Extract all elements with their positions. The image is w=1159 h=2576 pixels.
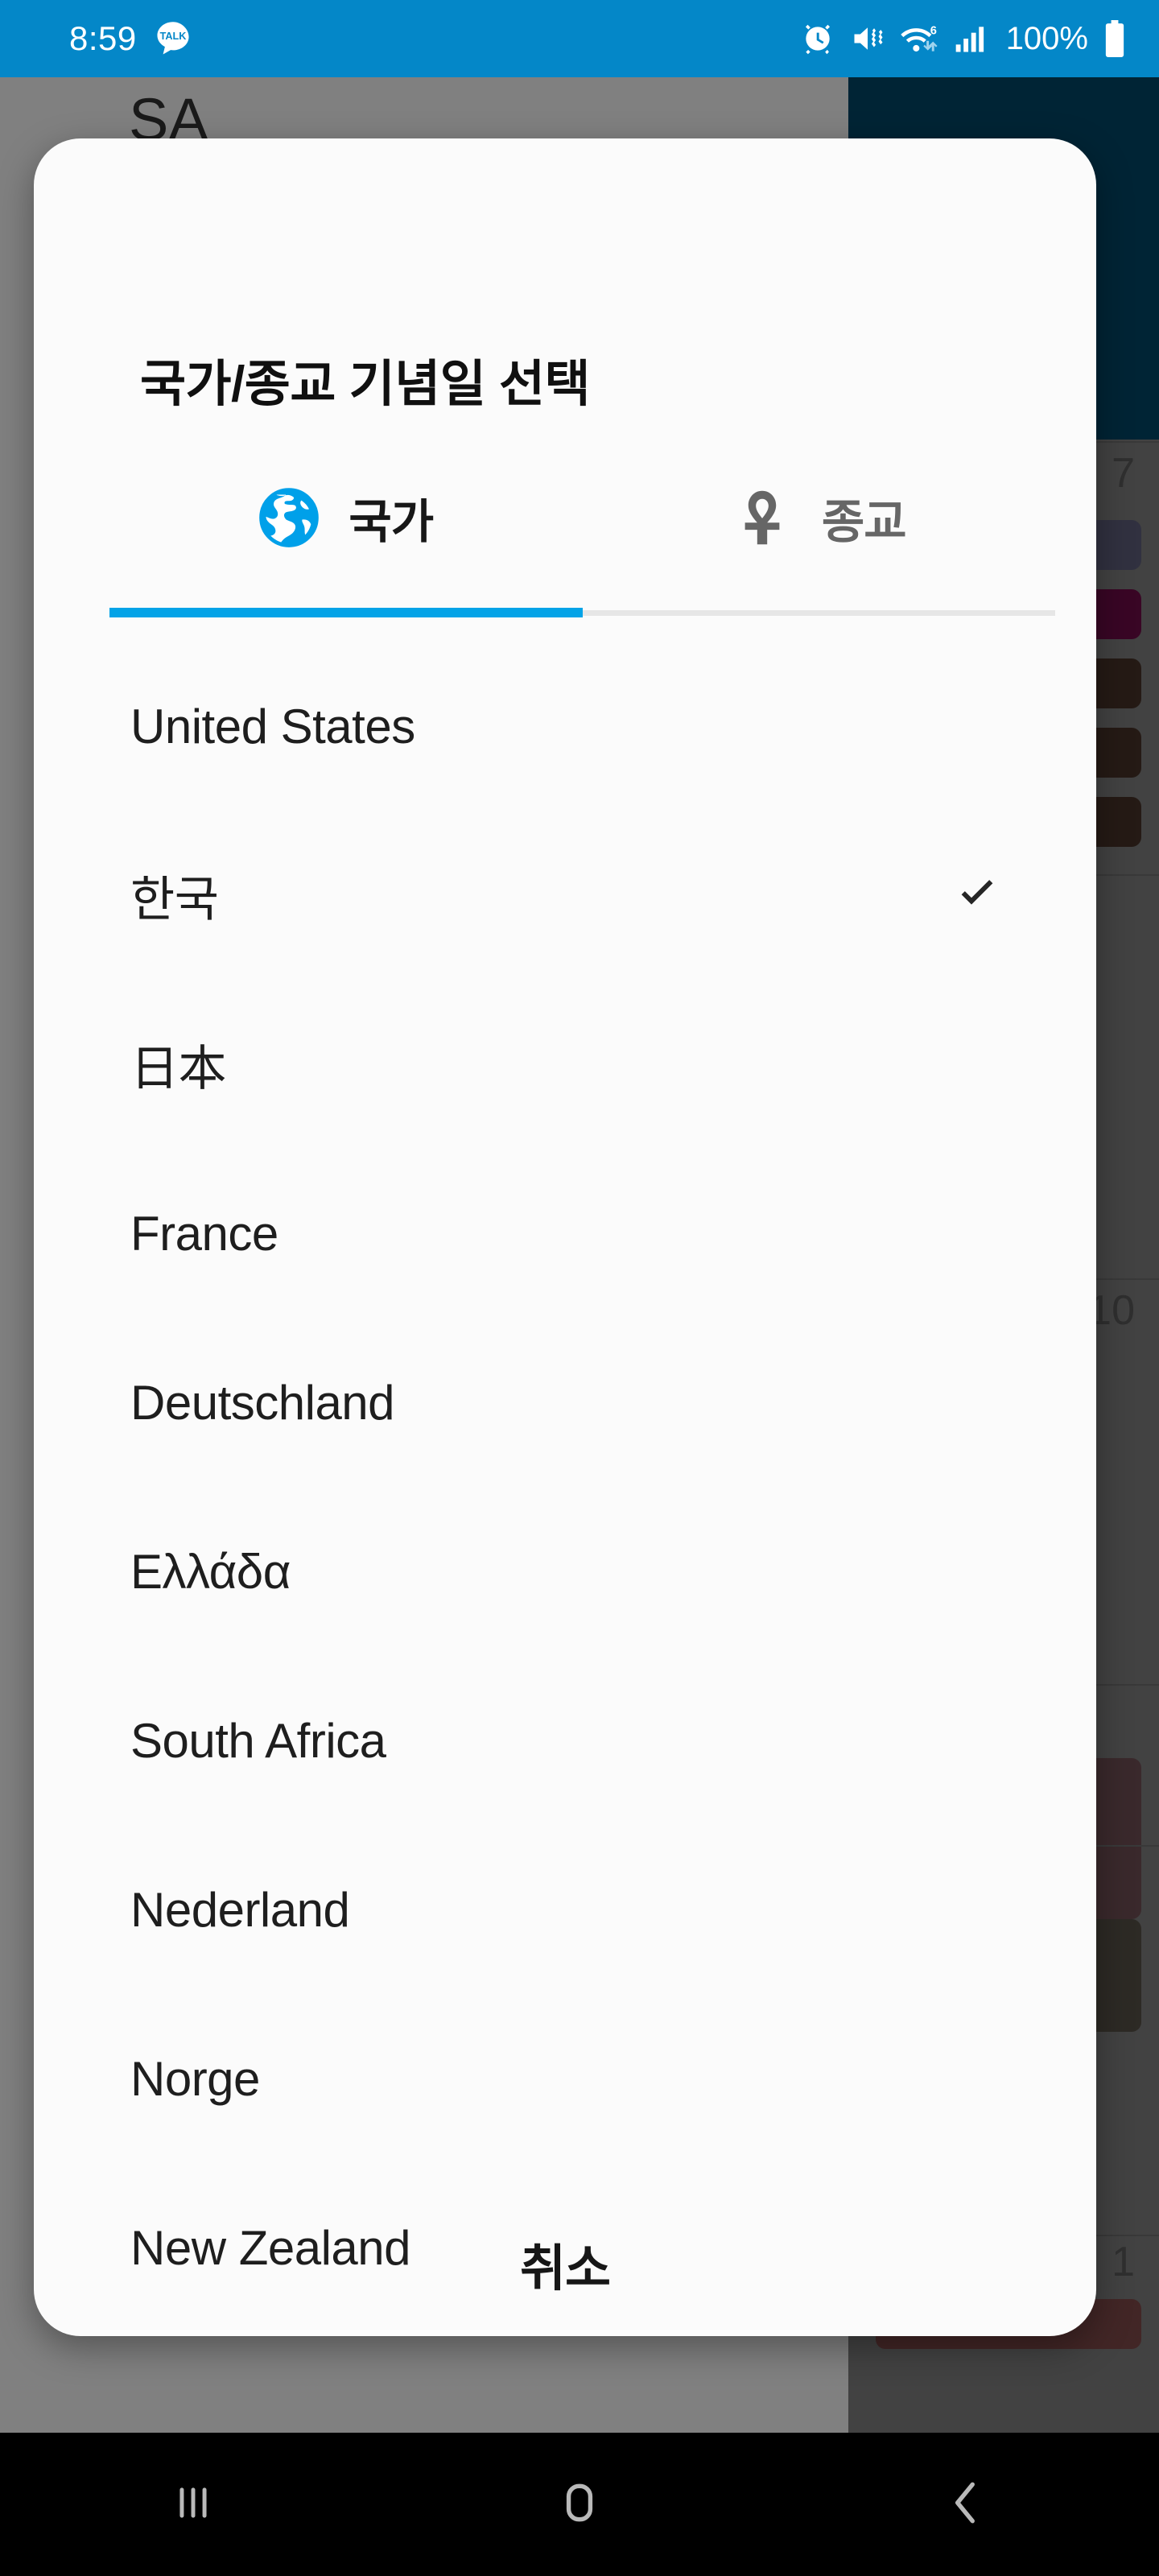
battery-percent-label: 100% bbox=[1005, 20, 1088, 56]
phone-screen: 7 10 1 SA 국가/종교 기념일 선택 국가 종교 United Stat… bbox=[0, 0, 1159, 2576]
back-icon bbox=[941, 2478, 991, 2532]
svg-text:TALK: TALK bbox=[159, 31, 187, 42]
dialog-title: 국가/종교 기념일 선택 bbox=[140, 357, 591, 412]
list-item-label: France bbox=[130, 1206, 278, 1261]
recents-button[interactable] bbox=[0, 2433, 386, 2576]
svg-text:6: 6 bbox=[930, 25, 936, 38]
kakaotalk-icon: TALK bbox=[155, 20, 192, 57]
status-bar: 8:59 TALK 6 100% bbox=[0, 0, 1159, 77]
tab-religion[interactable]: 종교 bbox=[583, 444, 1056, 591]
home-button[interactable] bbox=[386, 2433, 773, 2576]
country-list: United States 한국 日本 France Deutschland Ε… bbox=[34, 642, 1096, 2275]
ankh-icon bbox=[732, 487, 793, 548]
country-religion-picker-dialog: 국가/종교 기념일 선택 국가 종교 United States 한국 日本 F… bbox=[34, 138, 1096, 2336]
tab-country-label: 국가 bbox=[349, 496, 434, 548]
list-item[interactable]: France bbox=[34, 1149, 1096, 1318]
list-item-label: 日本 bbox=[130, 1041, 227, 1096]
status-bar-right: 6 100% bbox=[800, 20, 1127, 57]
clock: 8:59 bbox=[69, 19, 137, 57]
list-item[interactable]: 日本 bbox=[34, 980, 1096, 1149]
battery-icon bbox=[1103, 20, 1127, 57]
android-nav-bar bbox=[0, 2433, 1159, 2576]
list-item[interactable]: Norge bbox=[34, 1994, 1096, 2163]
list-item-label: Deutschland bbox=[130, 1375, 395, 1430]
list-item[interactable]: 한국 bbox=[34, 811, 1096, 980]
alarm-icon bbox=[800, 21, 835, 56]
cancel-button-label: 취소 bbox=[519, 2241, 611, 2297]
tab-bar: 국가 종교 bbox=[109, 444, 1055, 623]
check-icon bbox=[955, 873, 1000, 918]
back-button[interactable] bbox=[773, 2433, 1159, 2576]
tab-religion-label: 종교 bbox=[821, 496, 907, 548]
globe-icon bbox=[258, 487, 320, 548]
list-item[interactable]: United States bbox=[34, 642, 1096, 811]
tab-active-indicator bbox=[109, 608, 583, 617]
list-item-label: Ελλάδα bbox=[130, 1544, 291, 1599]
home-icon bbox=[555, 2478, 604, 2532]
list-item[interactable]: South Africa bbox=[34, 1656, 1096, 1825]
list-item[interactable]: Nederland bbox=[34, 1825, 1096, 1994]
list-item-label: 한국 bbox=[130, 872, 219, 927]
list-item-label: Norge bbox=[130, 2051, 260, 2106]
list-item-label: South Africa bbox=[130, 1713, 386, 1768]
list-item-label: Nederland bbox=[130, 1882, 350, 1937]
list-item-label: United States bbox=[130, 699, 415, 753]
wifi-6-icon: 6 bbox=[900, 21, 938, 56]
signal-bars-icon bbox=[953, 21, 988, 56]
list-item[interactable]: Ελλάδα bbox=[34, 1487, 1096, 1656]
tab-country[interactable]: 국가 bbox=[109, 444, 583, 591]
cancel-button[interactable]: 취소 bbox=[34, 2227, 1096, 2336]
mute-vibrate-icon bbox=[850, 21, 885, 56]
status-bar-left: 8:59 TALK bbox=[69, 19, 192, 58]
recents-icon bbox=[168, 2478, 218, 2532]
list-item[interactable]: Deutschland bbox=[34, 1318, 1096, 1487]
